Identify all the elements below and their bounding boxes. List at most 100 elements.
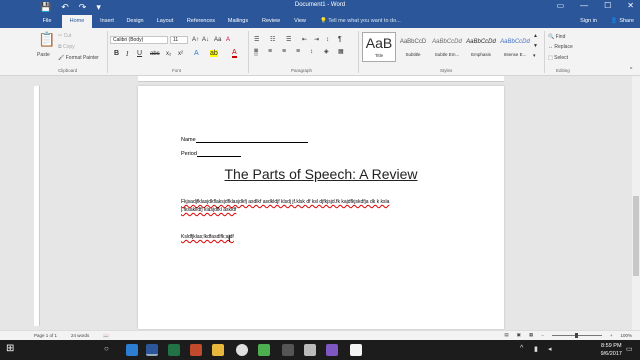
tell-me-box[interactable]: 💡 Tell me what you want to do...	[320, 15, 401, 27]
word-app-icon[interactable]	[146, 344, 158, 356]
sort-icon[interactable]: ↕	[326, 36, 329, 44]
underline-icon[interactable]: U	[137, 50, 142, 58]
vertical-scrollbar[interactable]	[632, 76, 640, 330]
tab-review[interactable]: Review	[258, 15, 284, 28]
tab-references[interactable]: References	[184, 15, 218, 28]
tab-layout[interactable]: Layout	[152, 15, 178, 28]
font-color-icon[interactable]: A	[232, 49, 237, 58]
font-size-box[interactable]: 11	[170, 36, 188, 44]
change-case-icon[interactable]: Aa	[214, 36, 221, 44]
align-center-icon[interactable]: ≡	[268, 48, 272, 56]
page-count[interactable]: Page 1 of 1	[34, 333, 57, 339]
notifications-icon[interactable]: ▭	[626, 345, 633, 353]
select-button[interactable]: ⬚ Select	[548, 55, 568, 61]
maximize-icon[interactable]: ☐	[604, 1, 611, 10]
minimize-icon[interactable]: —	[580, 1, 588, 10]
excel-icon[interactable]	[168, 344, 180, 356]
proofing-icon[interactable]: 📖	[103, 333, 109, 339]
decrease-indent-icon[interactable]: ⇤	[302, 36, 307, 44]
shading-icon[interactable]: ◈	[324, 48, 329, 56]
tab-insert[interactable]: Insert	[94, 15, 120, 28]
numbering-icon[interactable]: ☷	[270, 36, 275, 44]
grow-font-icon[interactable]: A↑	[192, 36, 199, 44]
highlight-icon[interactable]: ab	[210, 50, 218, 57]
style-title[interactable]: AaB Title	[362, 32, 396, 62]
cut-button[interactable]: ✂ Cut	[58, 33, 71, 39]
align-right-icon[interactable]: ≡	[282, 48, 286, 56]
superscript-icon[interactable]: x²	[178, 50, 183, 58]
style-intense-emphasis[interactable]: AaBbCcDd Intense E...	[498, 32, 532, 62]
copy-button[interactable]: ⧉ Copy	[58, 44, 75, 50]
zoom-slider[interactable]	[551, 332, 602, 338]
style-emphasis[interactable]: AaBbCcDd Emphasis	[464, 32, 498, 62]
style-name: Intense E...	[503, 52, 527, 57]
volume-icon[interactable]: ◂	[548, 345, 552, 353]
tab-view[interactable]: View	[290, 15, 310, 28]
show-marks-icon[interactable]: ¶	[338, 36, 342, 44]
app-icon[interactable]	[304, 344, 316, 356]
file-explorer-icon[interactable]	[212, 344, 224, 356]
multilevel-list-icon[interactable]: ☰	[286, 36, 291, 44]
edge-icon[interactable]	[126, 344, 138, 356]
camtasia-icon[interactable]	[258, 344, 270, 356]
system-clock[interactable]: 8:59 PM 9/6/2017	[601, 342, 622, 358]
collapse-ribbon-icon[interactable]: ^	[630, 66, 632, 74]
chrome-icon[interactable]	[236, 344, 248, 356]
clock-time: 8:59 PM	[601, 343, 622, 349]
justify-icon[interactable]: ≡	[296, 48, 300, 56]
clear-formatting-icon[interactable]: A	[226, 36, 230, 44]
zoom-out-icon[interactable]: −	[541, 333, 544, 338]
strikethrough-icon[interactable]: abc	[150, 50, 160, 58]
paste-icon[interactable]: 📋	[38, 32, 55, 46]
replace-label: Replace	[554, 44, 573, 50]
italic-icon[interactable]: I	[126, 50, 128, 58]
app-icon[interactable]	[350, 344, 362, 356]
increase-indent-icon[interactable]: ⇥	[314, 36, 319, 44]
styles-scroll-down-icon[interactable]: ▼	[533, 42, 538, 50]
font-name-box[interactable]: Calibri (Body)	[110, 36, 168, 44]
zoom-slider-knob[interactable]	[574, 332, 578, 338]
bullets-icon[interactable]: ☰	[254, 36, 259, 44]
vertical-ruler[interactable]	[34, 86, 40, 326]
bold-icon[interactable]: B	[114, 50, 119, 58]
zoom-level[interactable]: 100%	[620, 333, 632, 338]
tray-arrow-icon[interactable]: ^	[520, 345, 523, 352]
text-effects-icon[interactable]: A	[194, 50, 199, 58]
tab-file[interactable]: File	[36, 15, 58, 28]
period-label: Period	[181, 151, 197, 157]
borders-icon[interactable]: ▦	[338, 48, 344, 56]
shrink-font-icon[interactable]: A↓	[202, 36, 209, 44]
horizontal-ruler[interactable]	[138, 76, 504, 82]
document-page[interactable]: Name Period The Parts of Speech: A Revie…	[138, 86, 504, 329]
ribbon-display-options-icon[interactable]: ▭	[557, 1, 565, 10]
app-icon[interactable]	[326, 344, 338, 356]
paste-label[interactable]: Paste	[37, 52, 50, 58]
line-spacing-icon[interactable]: ↕	[310, 48, 313, 56]
tab-home[interactable]: Home	[62, 15, 92, 28]
replace-button[interactable]: ↔ Replace	[548, 44, 573, 50]
align-left-icon[interactable]: ≡	[254, 48, 259, 56]
sign-in-link[interactable]: Sign in	[580, 15, 597, 27]
word-count[interactable]: 24 words	[71, 333, 89, 339]
zoom-in-icon[interactable]: +	[610, 333, 613, 338]
format-painter-button[interactable]: 🖌 Format Painter	[58, 55, 99, 61]
powerpoint-icon[interactable]	[190, 344, 202, 356]
close-icon[interactable]: ✕	[627, 1, 634, 10]
share-button[interactable]: 👤 Share	[611, 15, 634, 27]
read-mode-icon[interactable]: ▤	[504, 332, 508, 338]
style-subtitle[interactable]: AaBbCcD Subtitle	[396, 32, 430, 62]
scrollbar-thumb[interactable]	[633, 196, 639, 276]
app-icon[interactable]	[282, 344, 294, 356]
web-layout-icon[interactable]: ▦	[529, 332, 533, 338]
style-subtle-emphasis[interactable]: AaBbCcDd Subtle Em...	[430, 32, 464, 62]
subscript-icon[interactable]: x₂	[166, 50, 171, 58]
tab-mailings[interactable]: Mailings	[224, 15, 252, 28]
find-button[interactable]: 🔍 Find	[548, 34, 565, 40]
network-icon[interactable]: ▮	[534, 345, 538, 353]
styles-more-icon[interactable]: ▾	[533, 52, 536, 60]
start-button[interactable]: ⊞	[6, 343, 14, 354]
tab-design[interactable]: Design	[122, 15, 148, 28]
search-icon[interactable]: ○	[104, 344, 109, 353]
print-layout-icon[interactable]: ▣	[517, 332, 521, 338]
styles-scroll-up-icon[interactable]: ▲	[533, 32, 538, 40]
